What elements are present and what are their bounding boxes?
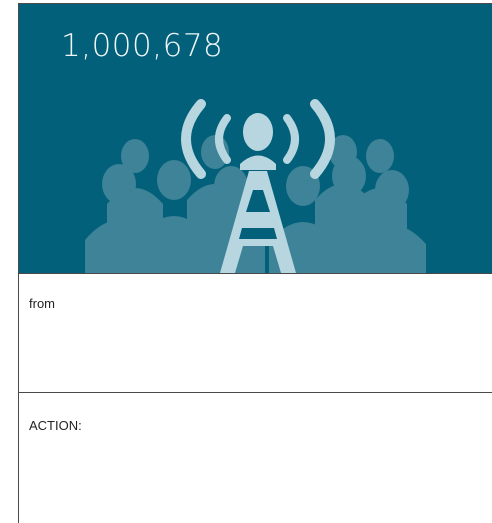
from-label: from <box>29 296 55 311</box>
notification-card: 1,000,678 from ACTION: <box>18 3 492 523</box>
signal-wave-left-outer <box>181 99 206 179</box>
signal-wave-right-inner <box>283 114 299 164</box>
tower-gap-lower <box>239 228 277 239</box>
tower-shoulders <box>240 155 276 170</box>
signal-wave-right-outer <box>310 99 335 179</box>
from-section: from <box>19 273 492 393</box>
hero-banner: 1,000,678 <box>19 4 492 273</box>
signal-wave-left-inner <box>215 114 231 164</box>
tower-crossbar <box>244 212 272 222</box>
tower-head <box>243 113 273 151</box>
action-label: ACTION: <box>29 418 82 433</box>
action-section: ACTION: <box>19 393 492 523</box>
broadcast-tower-audience-icon <box>85 99 426 273</box>
